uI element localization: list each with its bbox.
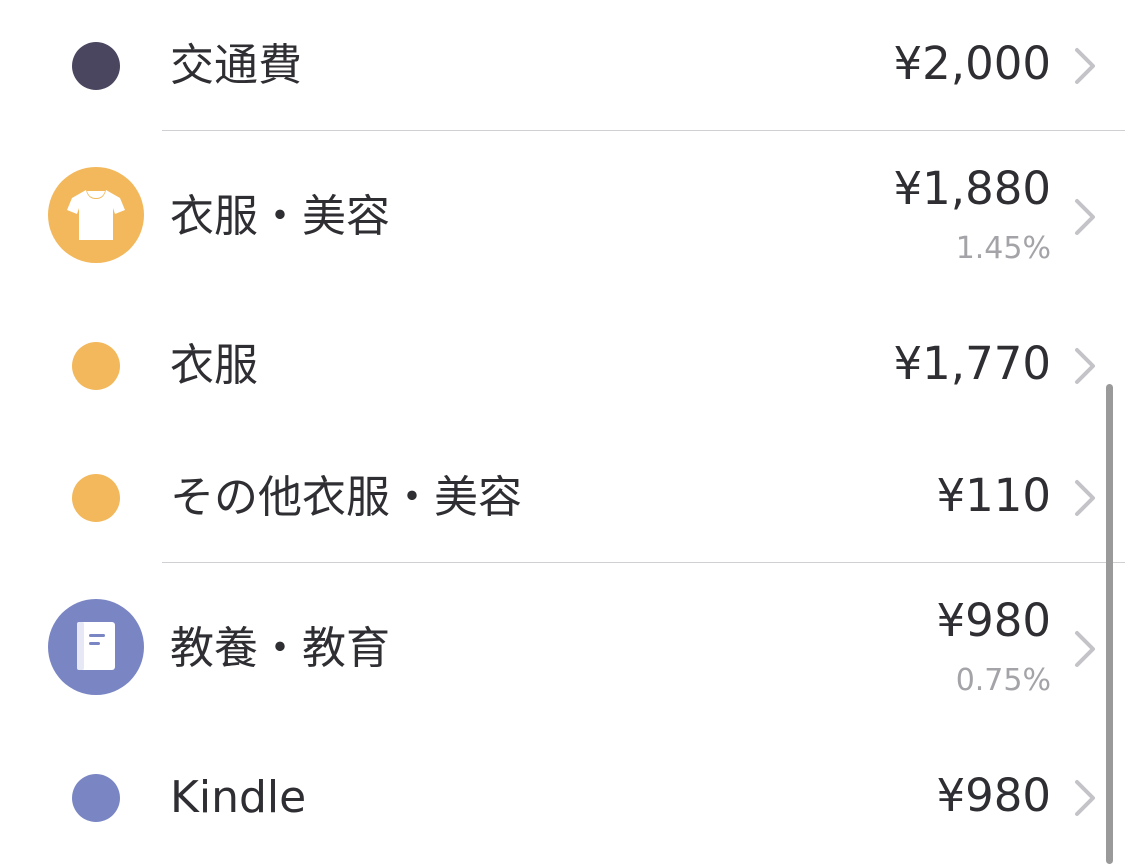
item-amount: ¥2,000 (893, 37, 1051, 90)
chevron-right-icon (1075, 199, 1095, 235)
list-item-clothing-beauty[interactable]: 衣服・美容 ¥1,880 1.45% (0, 131, 1125, 301)
item-amount: ¥1,770 (893, 337, 1051, 390)
list-item-clothing[interactable]: 衣服 ¥1,770 (0, 301, 1125, 431)
category-icon (48, 599, 144, 695)
item-amount: ¥980 (936, 594, 1051, 647)
list-item-other-clothing-beauty[interactable]: その他衣服・美容 ¥110 (0, 431, 1125, 562)
scrollbar[interactable] (1106, 384, 1113, 864)
item-label: その他衣服・美容 (170, 472, 522, 523)
chevron-right-icon (1075, 780, 1095, 816)
category-color-dot (72, 42, 120, 90)
list-item-transportation[interactable]: 交通費 ¥2,000 (0, 0, 1125, 130)
item-percentage: 1.45% (955, 231, 1051, 266)
list-item-education[interactable]: 教養・教育 ¥980 0.75% (0, 563, 1125, 733)
item-amount: ¥1,880 (893, 162, 1051, 215)
book-icon (77, 622, 115, 670)
item-label: 交通費 (170, 40, 302, 91)
item-label: 衣服 (170, 340, 258, 391)
chevron-right-icon (1075, 48, 1095, 84)
item-label: 衣服・美容 (170, 191, 390, 242)
category-color-dot (72, 342, 120, 390)
item-label: Kindle (170, 772, 307, 823)
item-amount: ¥980 (936, 769, 1051, 822)
item-amount: ¥110 (936, 469, 1051, 522)
list-item-kindle[interactable]: Kindle ¥980 (0, 733, 1125, 858)
category-color-dot (72, 474, 120, 522)
item-percentage: 0.75% (955, 663, 1051, 698)
category-icon (48, 167, 144, 263)
item-label: 教養・教育 (170, 623, 390, 674)
tshirt-icon (67, 190, 125, 240)
chevron-right-icon (1075, 480, 1095, 516)
chevron-right-icon (1075, 631, 1095, 667)
chevron-right-icon (1075, 348, 1095, 384)
category-color-dot (72, 774, 120, 822)
